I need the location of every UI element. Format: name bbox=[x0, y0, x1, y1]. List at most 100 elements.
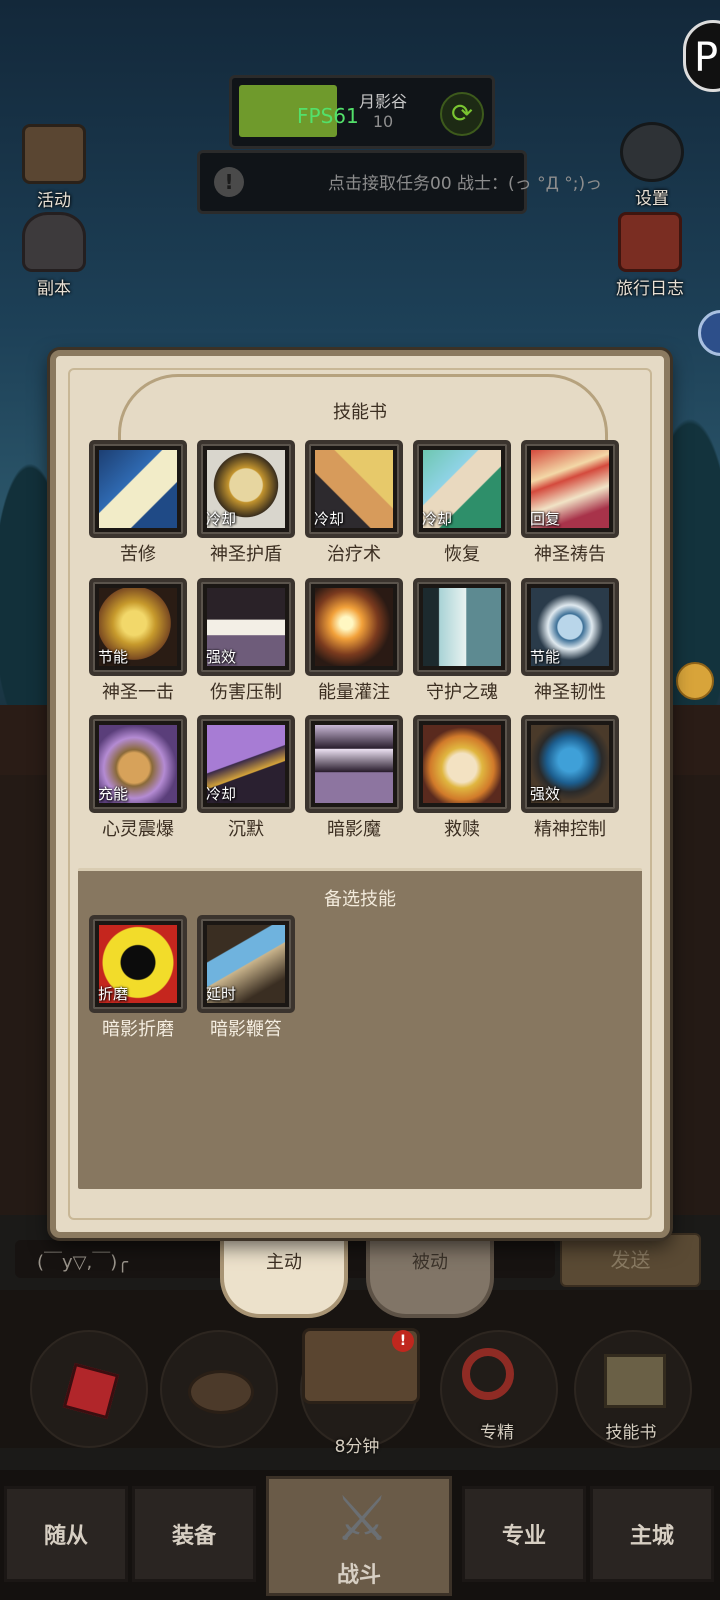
main-skill[interactable]: 节能神圣一击 bbox=[83, 578, 193, 704]
main-skill[interactable]: 节能 神圣韧性 bbox=[515, 578, 625, 704]
skill-name: 伤害压制 bbox=[210, 682, 282, 703]
activity-button[interactable]: 活动 bbox=[14, 124, 94, 211]
journal-icon bbox=[618, 212, 682, 272]
skill-icon-frame[interactable]: 冷却 bbox=[305, 440, 403, 538]
skill-icon-frame[interactable]: 回复 bbox=[521, 440, 619, 538]
main-skill[interactable]: 冷却 神圣护盾 bbox=[191, 440, 301, 566]
zone-progress-box[interactable]: 月影谷 10 ⟳ bbox=[229, 75, 495, 149]
skill-icon-frame[interactable]: 强效 bbox=[521, 715, 619, 813]
skill-art-icon bbox=[315, 725, 393, 803]
nav-followers[interactable]: 随从 bbox=[4, 1486, 128, 1582]
main-skill[interactable]: 强效精神控制 bbox=[515, 715, 625, 841]
skill-art-icon bbox=[315, 588, 393, 666]
skill-art-icon bbox=[99, 450, 177, 528]
skill-name: 神圣祷告 bbox=[534, 544, 606, 565]
coin-icon bbox=[676, 662, 714, 700]
skill-icon-frame[interactable]: 折磨 bbox=[89, 915, 187, 1013]
skill-name: 治疗术 bbox=[327, 544, 381, 565]
potion-slot[interactable] bbox=[30, 1330, 148, 1448]
nav-profession[interactable]: 专业 bbox=[462, 1486, 586, 1582]
dungeon-button[interactable]: 副本 bbox=[14, 212, 94, 299]
portal-icon bbox=[22, 212, 86, 272]
skill-tag: 折磨 bbox=[98, 985, 129, 1003]
skill-icon-frame[interactable] bbox=[89, 440, 187, 538]
skill-icon-frame[interactable]: 冷却 bbox=[197, 440, 295, 538]
nav-equipment[interactable]: 装备 bbox=[132, 1486, 256, 1582]
skill-icon-frame[interactable]: 冷却 bbox=[413, 440, 511, 538]
bread-icon bbox=[188, 1370, 254, 1414]
skill-name: 暗影魔 bbox=[327, 819, 381, 840]
skill-tag: 节能 bbox=[530, 648, 561, 666]
book-icon bbox=[604, 1354, 666, 1408]
skill-icon-frame[interactable] bbox=[413, 715, 511, 813]
skill-icon-frame[interactable]: 节能 bbox=[521, 578, 619, 676]
chest-alert-icon: ! bbox=[392, 1330, 414, 1352]
skill-icon-frame[interactable]: 冷却 bbox=[197, 715, 295, 813]
alt-skill[interactable]: 折磨暗影折磨 bbox=[83, 915, 193, 1041]
potion-icon bbox=[62, 1362, 120, 1420]
skill-tag: 冷却 bbox=[206, 510, 237, 528]
skill-book-label: 技能书 bbox=[605, 1423, 657, 1443]
food-slot[interactable] bbox=[160, 1330, 278, 1448]
main-skill[interactable]: 救赎 bbox=[407, 715, 517, 841]
target-icon bbox=[462, 1348, 514, 1400]
skill-icon-frame[interactable] bbox=[305, 715, 403, 813]
nav-main-city[interactable]: 主城 bbox=[590, 1486, 714, 1582]
main-skill[interactable]: 冷却恢复 bbox=[407, 440, 517, 566]
skill-tag: 强效 bbox=[530, 785, 561, 803]
fps-counter: FPS61 bbox=[297, 104, 359, 128]
skill-name: 心灵震爆 bbox=[102, 819, 174, 840]
skill-tag: 回复 bbox=[530, 510, 561, 528]
skill-name: 救赎 bbox=[444, 819, 480, 840]
refresh-icon[interactable]: ⟳ bbox=[440, 92, 484, 136]
main-skill[interactable]: 强效伤害压制 bbox=[191, 578, 301, 704]
skill-art-icon bbox=[423, 725, 501, 803]
alt-skills-title: 备选技能 bbox=[324, 889, 396, 910]
settings-button[interactable]: 设置 bbox=[612, 122, 692, 209]
alt-skill[interactable]: 延时暗影鞭笞 bbox=[191, 915, 301, 1041]
main-skill[interactable]: 冷却沉默 bbox=[191, 715, 301, 841]
travel-log-button[interactable]: 旅行日志 bbox=[610, 212, 690, 299]
main-skill[interactable]: 充能心灵震爆 bbox=[83, 715, 193, 841]
activity-label: 活动 bbox=[37, 191, 71, 211]
send-button[interactable]: 发送 bbox=[560, 1233, 701, 1287]
main-skill[interactable]: 冷却治疗术 bbox=[299, 440, 409, 566]
skill-name: 苦修 bbox=[120, 544, 156, 565]
skill-icon-frame[interactable]: 强效 bbox=[197, 578, 295, 676]
skill-icon-frame[interactable]: 节能 bbox=[89, 578, 187, 676]
skill-name: 暗影折磨 bbox=[102, 1019, 174, 1040]
scroll-board-icon bbox=[22, 124, 86, 184]
travel-log-label: 旅行日志 bbox=[616, 279, 684, 299]
main-skill[interactable]: 能量灌注 bbox=[299, 578, 409, 704]
quest-notice[interactable]: ! 点击接取任务00 战士：(っ °Д °;)っ bbox=[197, 150, 602, 214]
skill-tag: 延时 bbox=[206, 985, 237, 1003]
skill-tag: 冷却 bbox=[314, 510, 345, 528]
dungeon-label: 副本 bbox=[37, 279, 71, 299]
crossed-swords-icon: ⚔ bbox=[334, 1482, 390, 1555]
skill-icon-frame[interactable]: 充能 bbox=[89, 715, 187, 813]
main-skill[interactable]: 回复神圣祷告 bbox=[515, 440, 625, 566]
skill-tag: 强效 bbox=[206, 648, 237, 666]
skill-name: 暗影鞭笞 bbox=[210, 1019, 282, 1040]
chest-timer: 8分钟 bbox=[334, 1437, 380, 1457]
skill-tag: 冷却 bbox=[422, 510, 453, 528]
skill-name: 神圣一击 bbox=[102, 682, 174, 703]
skill-name: 能量灌注 bbox=[318, 682, 390, 703]
skill-name: 精神控制 bbox=[534, 819, 606, 840]
skill-tag: 充能 bbox=[98, 785, 129, 803]
skill-icon-frame[interactable]: 延时 bbox=[197, 915, 295, 1013]
skill-icon-frame[interactable] bbox=[305, 578, 403, 676]
main-skill[interactable]: 苦修 bbox=[83, 440, 193, 566]
skill-tag: 节能 bbox=[98, 648, 129, 666]
panel-title: 技能书 bbox=[333, 402, 387, 423]
alt-skills-section: 备选技能 折磨 暗影折磨 延时 暗影鞭笞 bbox=[78, 868, 642, 1189]
main-skill[interactable]: 暗影魔 bbox=[299, 715, 409, 841]
main-skill[interactable]: 守护之魂 bbox=[407, 578, 517, 704]
skill-name: 沉默 bbox=[228, 819, 264, 840]
skill-name: 恢复 bbox=[444, 544, 480, 565]
skill-book-panel: 技能书 备选技能 折磨 暗影折磨 延时 暗影鞭笞 苦修 冷却 神圣护盾 冷却 治疗术 冷却 恢复回… bbox=[50, 350, 670, 1238]
skill-icon-frame[interactable] bbox=[413, 578, 511, 676]
skill-tag: 冷却 bbox=[206, 785, 237, 803]
settings-label: 设置 bbox=[635, 189, 669, 209]
skill-name: 守护之魂 bbox=[426, 682, 498, 703]
